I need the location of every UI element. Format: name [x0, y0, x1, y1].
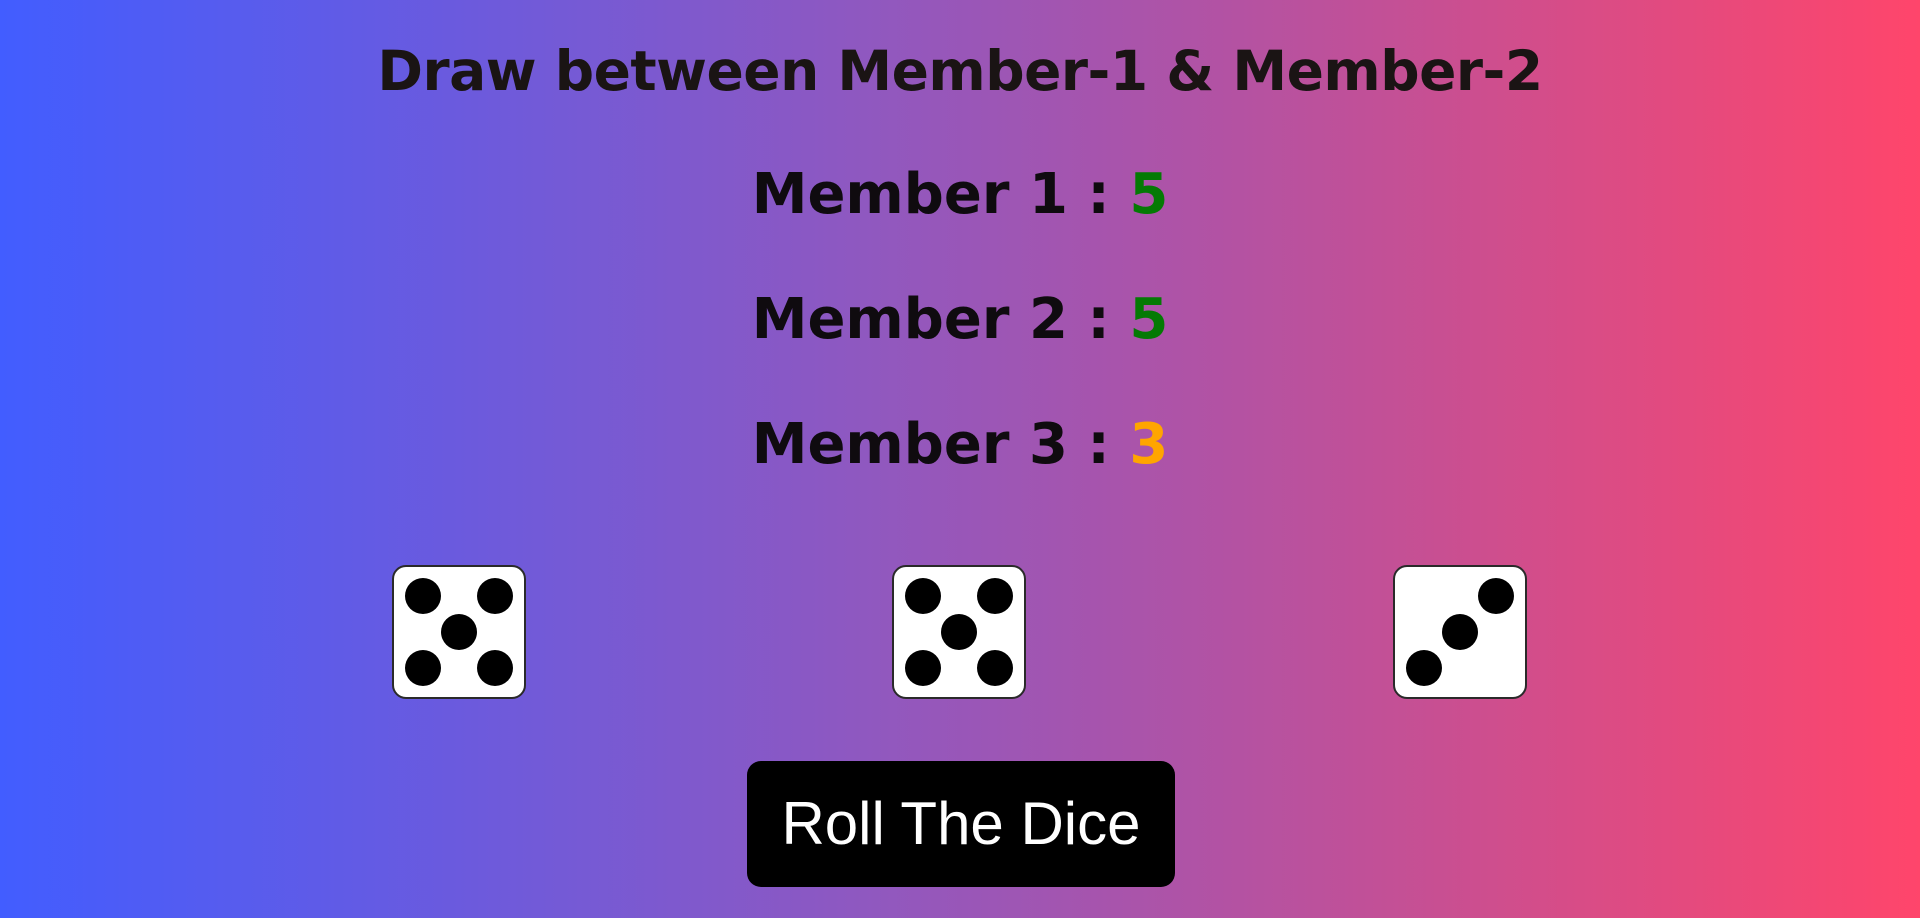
member-3-score: 3: [1129, 412, 1169, 477]
die-pip: [404, 577, 441, 614]
die-pip: [941, 614, 977, 650]
die-pip: [977, 650, 1014, 687]
die-pip: [904, 577, 941, 614]
member-1-separator: :: [1067, 162, 1130, 227]
member-3-label: Member 3: [751, 412, 1068, 477]
die-pip: [477, 577, 514, 614]
member-2-score: 5: [1129, 287, 1169, 352]
die-1: [392, 565, 526, 699]
die-pip: [1442, 614, 1478, 650]
member-1-score: 5: [1129, 162, 1169, 227]
member-2-separator: :: [1067, 287, 1130, 352]
member-1-label: Member 1: [751, 162, 1068, 227]
die-pip: [977, 577, 1014, 614]
die-pip: [1405, 650, 1442, 687]
roll-dice-button[interactable]: Roll The Dice: [747, 761, 1175, 887]
die-pip: [404, 650, 441, 687]
result-heading: Draw between Member-1 & Member-2: [377, 39, 1543, 103]
die-3: [1393, 565, 1527, 699]
die-pip: [441, 614, 477, 650]
dice-row: [0, 565, 1920, 703]
member-3-row: Member 3 : 3: [0, 410, 1920, 480]
die-pip: [477, 650, 514, 687]
die-pip: [1478, 577, 1515, 614]
member-2-row: Member 2 : 5: [0, 285, 1920, 355]
member-2-label: Member 2: [751, 287, 1068, 352]
member-1-row: Member 1 : 5: [0, 160, 1920, 230]
die-2: [892, 565, 1026, 699]
member-3-separator: :: [1067, 412, 1130, 477]
die-pip: [904, 650, 941, 687]
